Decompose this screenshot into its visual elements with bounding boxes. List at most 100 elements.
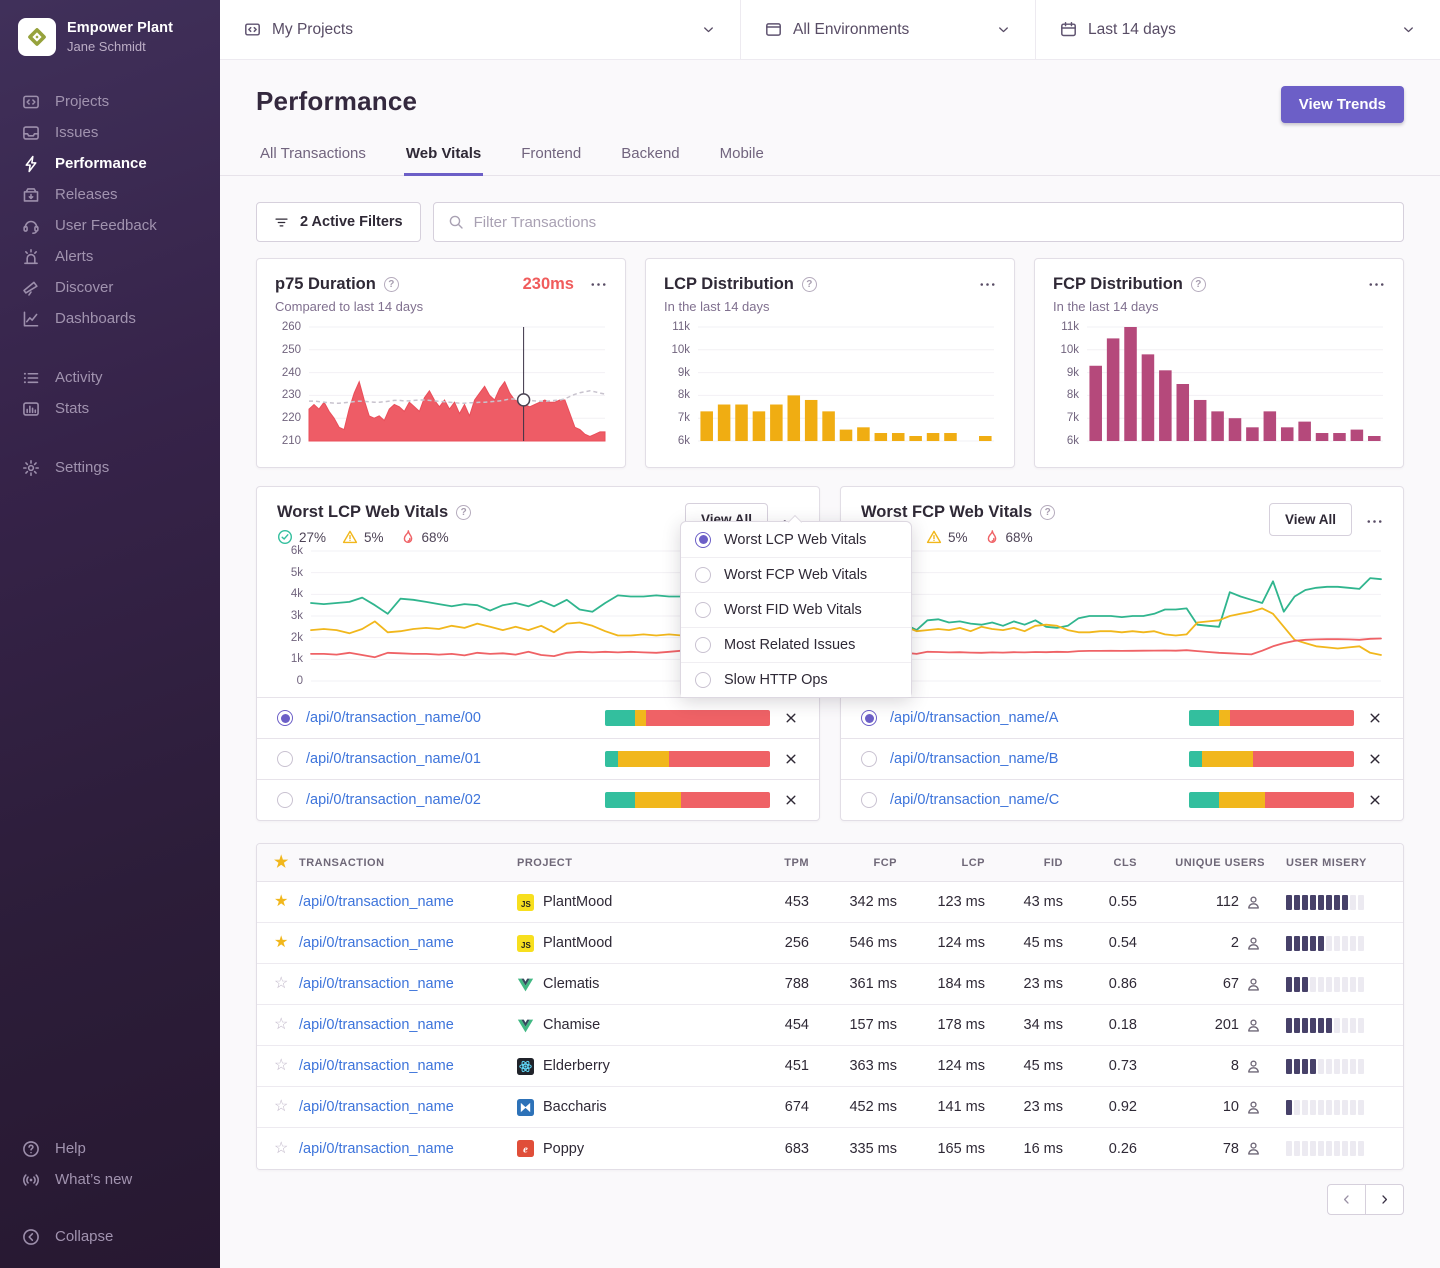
transaction-radio[interactable]: [861, 792, 877, 808]
sidebar-item-what-s-new[interactable]: What’s new: [0, 1164, 220, 1195]
transaction-link[interactable]: /api/0/transaction_name: [299, 1099, 454, 1115]
transaction-link[interactable]: /api/0/transaction_name: [299, 1141, 454, 1157]
transaction-link[interactable]: /api/0/transaction_name/01: [306, 751, 481, 767]
column-header-cls[interactable]: CLS: [1069, 857, 1143, 869]
next-page-button[interactable]: [1365, 1184, 1404, 1215]
menu-item-worst-fcp-web-vitals[interactable]: Worst FCP Web Vitals: [681, 557, 911, 592]
org-switcher[interactable]: Empower Plant Jane Schmidt: [0, 16, 220, 58]
tab-backend[interactable]: Backend: [619, 145, 681, 175]
star-outline-icon[interactable]: ☆: [257, 1099, 299, 1115]
column-header-lcp[interactable]: LCP: [903, 857, 991, 869]
tab-mobile[interactable]: Mobile: [718, 145, 766, 175]
transaction-link[interactable]: /api/0/transaction_name/A: [890, 710, 1058, 726]
close-icon[interactable]: [783, 710, 799, 726]
sidebar-item-releases[interactable]: Releases: [0, 179, 220, 210]
sidebar-item-activity[interactable]: Activity: [0, 362, 220, 393]
search-icon: [448, 214, 464, 230]
close-icon[interactable]: [783, 792, 799, 808]
card-subtitle: In the last 14 days: [664, 299, 996, 314]
more-options-icon[interactable]: [979, 276, 996, 293]
vitals-meh-badge: 5%: [926, 529, 968, 545]
tab-all-transactions[interactable]: All Transactions: [258, 145, 368, 175]
star-outline-icon[interactable]: ☆: [257, 1141, 299, 1157]
column-header-fcp[interactable]: FCP: [815, 857, 903, 869]
fid-value: 23 ms: [991, 976, 1069, 992]
transaction-radio[interactable]: [861, 710, 877, 726]
close-icon[interactable]: [1367, 792, 1383, 808]
close-icon[interactable]: [1367, 751, 1383, 767]
project-cell: Chamise: [517, 1017, 749, 1034]
sidebar-item-label: Performance: [55, 155, 147, 172]
star-outline-icon[interactable]: ☆: [257, 976, 299, 992]
transaction-link[interactable]: /api/0/transaction_name: [299, 976, 454, 992]
menu-item-most-related-issues[interactable]: Most Related Issues: [681, 627, 911, 662]
column-header-tpm[interactable]: TPM: [749, 857, 815, 869]
more-options-icon[interactable]: [1366, 513, 1383, 530]
transaction-link[interactable]: /api/0/transaction_name: [299, 935, 454, 951]
transaction-radio[interactable]: [861, 751, 877, 767]
transaction-link[interactable]: /api/0/transaction_name: [299, 1017, 454, 1033]
sidebar-item-help[interactable]: Help: [0, 1133, 220, 1164]
y-axis-label: 8k: [664, 389, 690, 401]
menu-item-worst-fid-web-vitals[interactable]: Worst FID Web Vitals: [681, 592, 911, 627]
user-misery-bar: [1310, 1100, 1316, 1115]
user-misery-cell: [1271, 1059, 1403, 1074]
more-options-icon[interactable]: [590, 276, 607, 293]
sidebar-item-label: Settings: [55, 459, 109, 476]
column-header-project[interactable]: PROJECT: [517, 857, 749, 869]
transaction-link[interactable]: /api/0/transaction_name/00: [306, 710, 481, 726]
y-axis-label: 220: [275, 412, 301, 424]
project-filter-dropdown[interactable]: My Projects: [220, 0, 740, 59]
user-misery-cell: [1271, 895, 1403, 910]
sidebar-item-stats[interactable]: Stats: [0, 393, 220, 424]
active-filters-button[interactable]: 2 Active Filters: [256, 202, 421, 242]
transaction-link[interactable]: /api/0/transaction_name: [299, 894, 454, 910]
star-filled-icon[interactable]: ★: [257, 935, 299, 951]
fcp-value: 342 ms: [815, 894, 903, 910]
transaction-link[interactable]: /api/0/transaction_name/02: [306, 792, 481, 808]
tab-web-vitals[interactable]: Web Vitals: [404, 145, 483, 176]
sidebar-item-dashboards[interactable]: Dashboards: [0, 303, 220, 334]
view-trends-button[interactable]: View Trends: [1281, 86, 1404, 123]
sidebar-collapse-button[interactable]: Collapse: [0, 1221, 220, 1252]
more-options-icon[interactable]: [1368, 276, 1385, 293]
p75-value: 230ms: [523, 275, 574, 294]
transaction-radio[interactable]: [277, 710, 293, 726]
sidebar-item-settings[interactable]: Settings: [0, 452, 220, 483]
filter-transactions-input[interactable]: [474, 214, 1389, 231]
tab-frontend[interactable]: Frontend: [519, 145, 583, 175]
column-header-user-misery[interactable]: USER MISERY: [1271, 857, 1403, 869]
close-icon[interactable]: [783, 751, 799, 767]
transaction-link[interactable]: /api/0/transaction_name/C: [890, 792, 1059, 808]
close-icon[interactable]: [1367, 710, 1383, 726]
meh-segment: [635, 710, 647, 726]
user-misery-bar: [1326, 936, 1332, 951]
tpm-value: 453: [749, 894, 815, 910]
column-header-fid[interactable]: FID: [991, 857, 1069, 869]
date-range-dropdown[interactable]: Last 14 days: [1035, 0, 1440, 59]
fid-value: 43 ms: [991, 894, 1069, 910]
javascript-platform-icon: JS: [517, 894, 534, 911]
environment-filter-dropdown[interactable]: All Environments: [740, 0, 1035, 59]
star-outline-icon[interactable]: ☆: [257, 1017, 299, 1033]
sidebar-item-issues[interactable]: Issues: [0, 117, 220, 148]
user-misery-cell: [1271, 1141, 1403, 1156]
sidebar-item-projects[interactable]: Projects: [0, 86, 220, 117]
sidebar-item-user-feedback[interactable]: User Feedback: [0, 210, 220, 241]
transaction-link[interactable]: /api/0/transaction_name: [299, 1058, 454, 1074]
star-outline-icon[interactable]: ☆: [257, 1058, 299, 1074]
sidebar-item-performance[interactable]: Performance: [0, 148, 220, 179]
transaction-radio[interactable]: [277, 792, 293, 808]
column-header-transaction[interactable]: TRANSACTION: [299, 857, 517, 869]
transaction-link[interactable]: /api/0/transaction_name/B: [890, 751, 1058, 767]
sidebar-item-discover[interactable]: Discover: [0, 272, 220, 303]
column-header-unique-users[interactable]: UNIQUE USERS: [1143, 857, 1271, 869]
previous-page-button[interactable]: [1327, 1184, 1366, 1215]
star-column-header: ★: [257, 855, 299, 871]
transaction-radio[interactable]: [277, 751, 293, 767]
user-misery-bar: [1358, 977, 1364, 992]
menu-item-slow-http-ops[interactable]: Slow HTTP Ops: [681, 662, 911, 697]
view-all-button[interactable]: View All: [1269, 503, 1352, 536]
star-filled-icon[interactable]: ★: [257, 894, 299, 910]
sidebar-item-alerts[interactable]: Alerts: [0, 241, 220, 272]
